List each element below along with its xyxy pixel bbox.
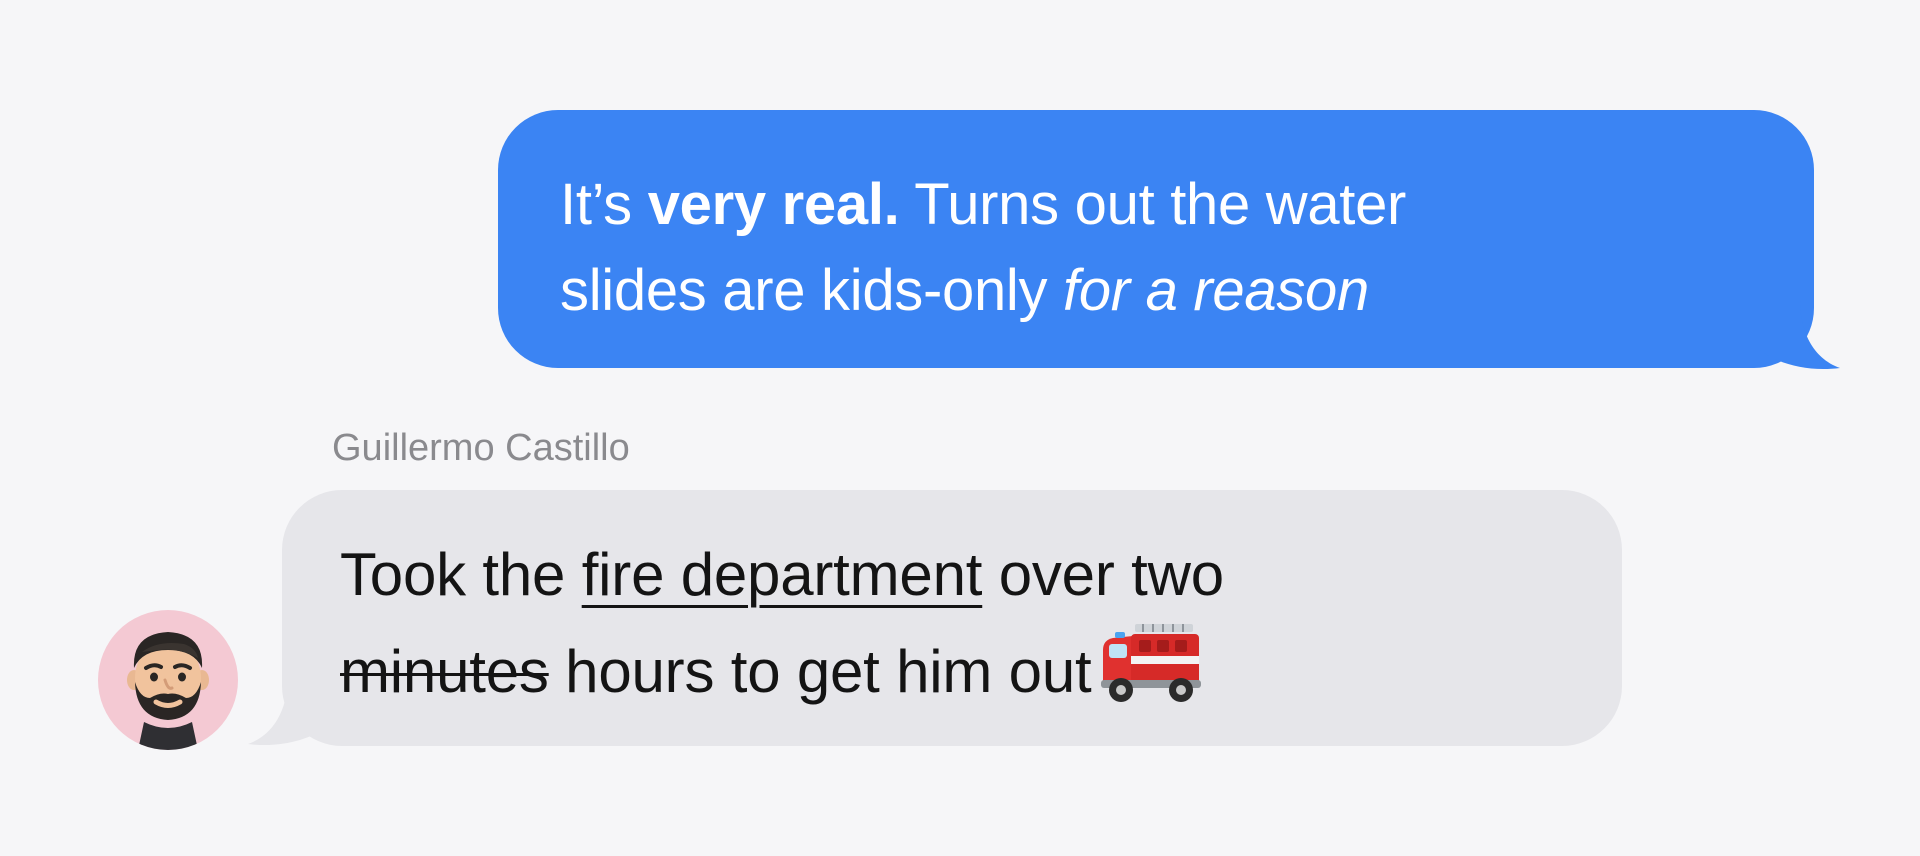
memoji-bearded-man-icon (127, 632, 209, 750)
message-thread: It’s very real. Turns out the water slid… (0, 0, 1920, 856)
message-line-2: slides are kids-only for a reason (560, 248, 1754, 334)
avatar[interactable] (98, 610, 238, 750)
incoming-message-bubble[interactable]: Took the fire department over two minute… (282, 490, 1622, 746)
outgoing-bubble-tail (1760, 300, 1840, 370)
message-text: slides are kids-only (560, 258, 1064, 323)
message-text: Took the (340, 541, 582, 608)
underlined-text: fire department (581, 541, 983, 608)
fire-engine-emoji-icon (1101, 624, 1202, 702)
message-line-1: Took the fire department over two (340, 528, 1562, 622)
message-text: It’s (560, 172, 648, 237)
strikethrough-text: minutes (340, 638, 549, 705)
incoming-bubble-tail (248, 676, 328, 746)
bold-text: very real. (647, 172, 900, 237)
sender-name: Guillermo Castillo (332, 427, 630, 469)
italic-text: for a reason (1063, 258, 1369, 323)
message-line-2: minutes hours to get him out (340, 622, 1562, 719)
message-text: over two (982, 541, 1224, 608)
message-line-1: It’s very real. Turns out the water (560, 162, 1754, 248)
message-text: hours to get him out (548, 638, 1092, 705)
outgoing-message-bubble[interactable]: It’s very real. Turns out the water slid… (498, 110, 1814, 368)
message-text: Turns out the water (899, 172, 1407, 237)
